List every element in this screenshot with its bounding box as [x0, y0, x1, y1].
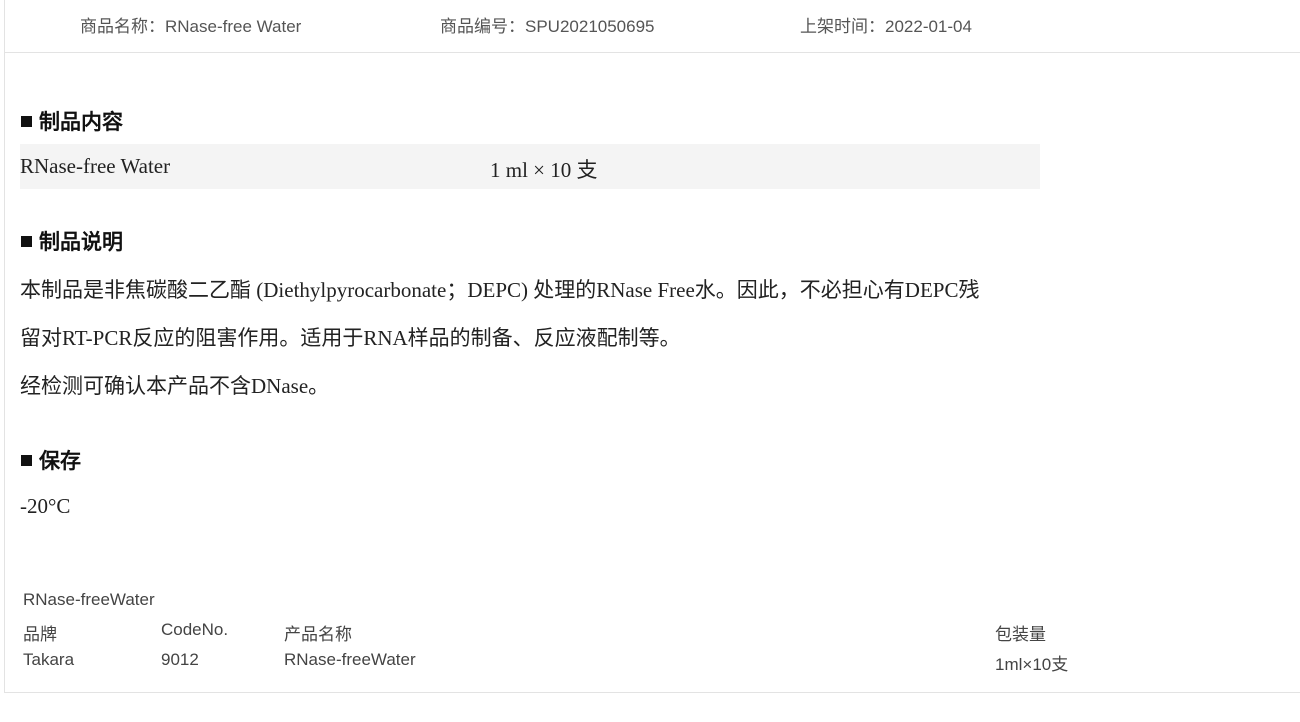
product-code-meta: 商品编号：SPU2021050695	[440, 17, 655, 36]
listing-date-meta: 上架时间：2022-01-04	[800, 17, 972, 36]
contents-heading-text: 制品内容	[39, 110, 123, 134]
contents-row: RNase-free Water 1 ml × 10 支	[20, 144, 1040, 189]
header-brand: 品牌	[23, 625, 57, 644]
storage-heading-text: 保存	[39, 449, 81, 473]
square-bullet-icon	[21, 455, 32, 466]
product-meta-bar: 商品名称：RNase-free Water 商品编号：SPU2021050695…	[5, 0, 1300, 53]
description-line: 本制品是非焦碳酸二乙酯 (Diethylpyrocarbonate；DEPC) …	[20, 278, 980, 302]
contents-heading: 制品内容	[21, 106, 123, 136]
description-line: 留对RT-PCR反应的阻害作用。适用于RNA样品的制备、反应液配制等。	[20, 326, 681, 350]
cell-product-name: RNase-freeWater	[284, 650, 416, 669]
square-bullet-icon	[21, 236, 32, 247]
description-heading: 制品说明	[21, 226, 123, 256]
spec-table-header: 品牌 CodeNo. 产品名称 包装量	[23, 620, 1283, 644]
cell-package: 1ml×10支	[995, 655, 1069, 674]
cell-brand: Takara	[23, 650, 75, 669]
storage-heading: 保存	[21, 445, 81, 475]
header-product-name: 产品名称	[284, 625, 352, 644]
description-line: 经检测可确认本产品不含DNase。	[20, 374, 330, 398]
square-bullet-icon	[21, 116, 32, 127]
header-package: 包装量	[995, 625, 1046, 644]
cell-code-no: 9012	[161, 650, 199, 669]
description-heading-text: 制品说明	[39, 230, 123, 254]
contents-item-name: RNase-free Water	[20, 154, 171, 178]
table-row: Takara 9012 RNase-freeWater 1ml×10支	[23, 650, 1283, 674]
contents-item-quantity: 1 ml × 10 支	[490, 158, 598, 182]
product-name-meta: 商品名称：RNase-free Water	[80, 17, 302, 36]
spec-table-title: RNase-freeWater	[23, 590, 155, 609]
storage-temperature: -20°C	[20, 494, 71, 518]
header-code-no: CodeNo.	[161, 620, 229, 639]
